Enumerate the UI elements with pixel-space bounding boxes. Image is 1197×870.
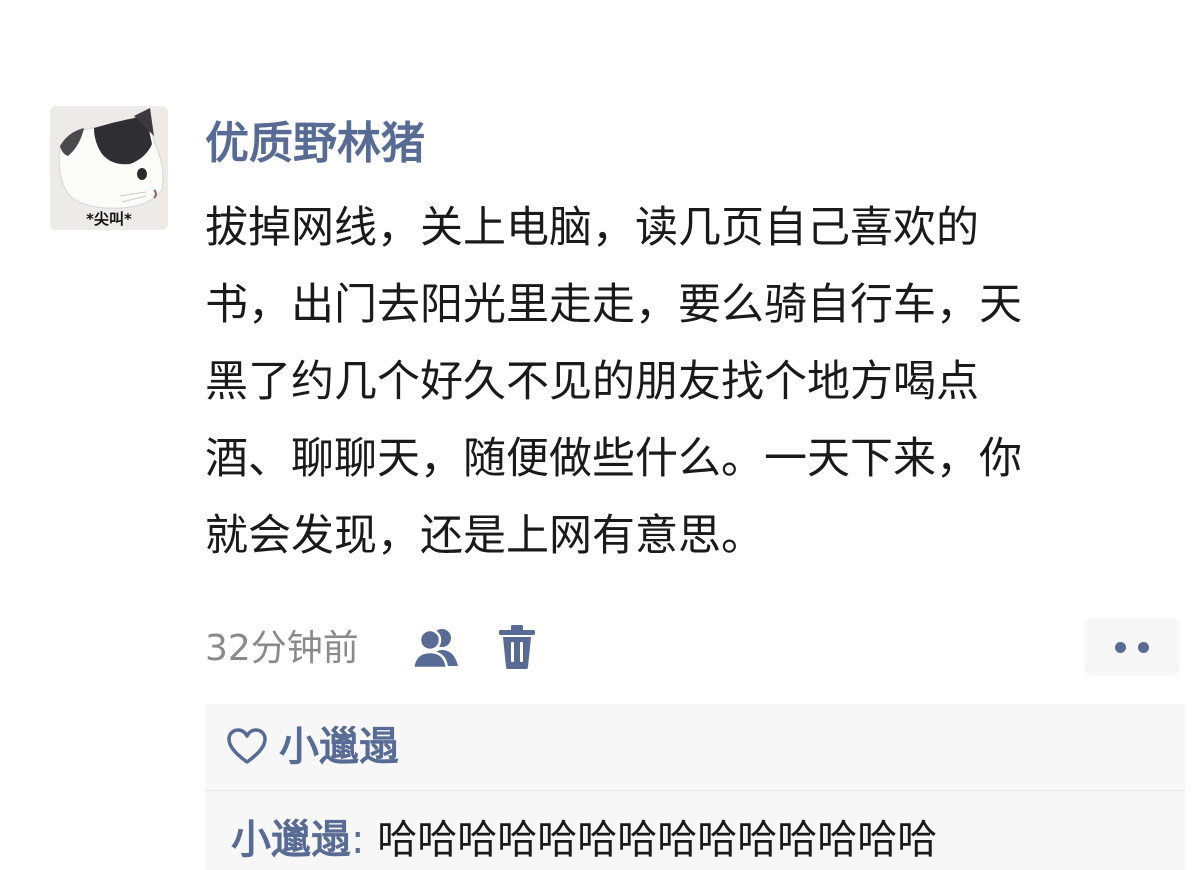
post-text-line: 书，出门去阳光里走走，要么骑自行车，天 — [205, 280, 1022, 330]
comment-item[interactable]: 小邋遢: 哈哈哈哈哈哈哈哈哈哈哈哈哈哈 — [231, 814, 937, 866]
more-dot — [1115, 642, 1126, 653]
post-text-line: 酒、聊聊天，随便做些什么。一天下来，你 — [205, 434, 1022, 484]
heart-icon — [227, 728, 267, 764]
commenter-name[interactable]: 小邋遢 — [231, 817, 351, 863]
post-body-text: 拔掉网线，关上电脑，读几页自己喜欢的 书，出门去阳光里走走，要么骑自行车，天 黑… — [205, 190, 1165, 575]
post-author-name[interactable]: 优质野林猪 — [205, 116, 425, 172]
post-text-line: 就会发现，还是上网有意思。 — [205, 511, 764, 561]
post-text-line: 黑了约几个好久不见的朋友找个地方喝点 — [205, 357, 979, 407]
more-dot — [1138, 642, 1149, 653]
trash-icon[interactable] — [497, 624, 537, 670]
avatar-caption: *尖叫* — [86, 210, 132, 228]
post-timestamp: 32分钟前 — [205, 628, 359, 669]
interaction-panel: 小邋遢 小邋遢: 哈哈哈哈哈哈哈哈哈哈哈哈哈哈 — [205, 704, 1185, 870]
people-visibility-icon[interactable] — [410, 626, 462, 670]
more-dots-icon[interactable] — [1084, 618, 1180, 676]
post-text-line: 拔掉网线，关上电脑，读几页自己喜欢的 — [205, 203, 979, 253]
comment-separator: : — [351, 817, 378, 863]
likes-row: 小邋遢 — [205, 704, 1185, 791]
liker-name[interactable]: 小邋遢 — [279, 722, 399, 772]
avatar[interactable]: *尖叫* — [50, 106, 168, 230]
comment-text: 哈哈哈哈哈哈哈哈哈哈哈哈哈哈 — [377, 817, 938, 863]
